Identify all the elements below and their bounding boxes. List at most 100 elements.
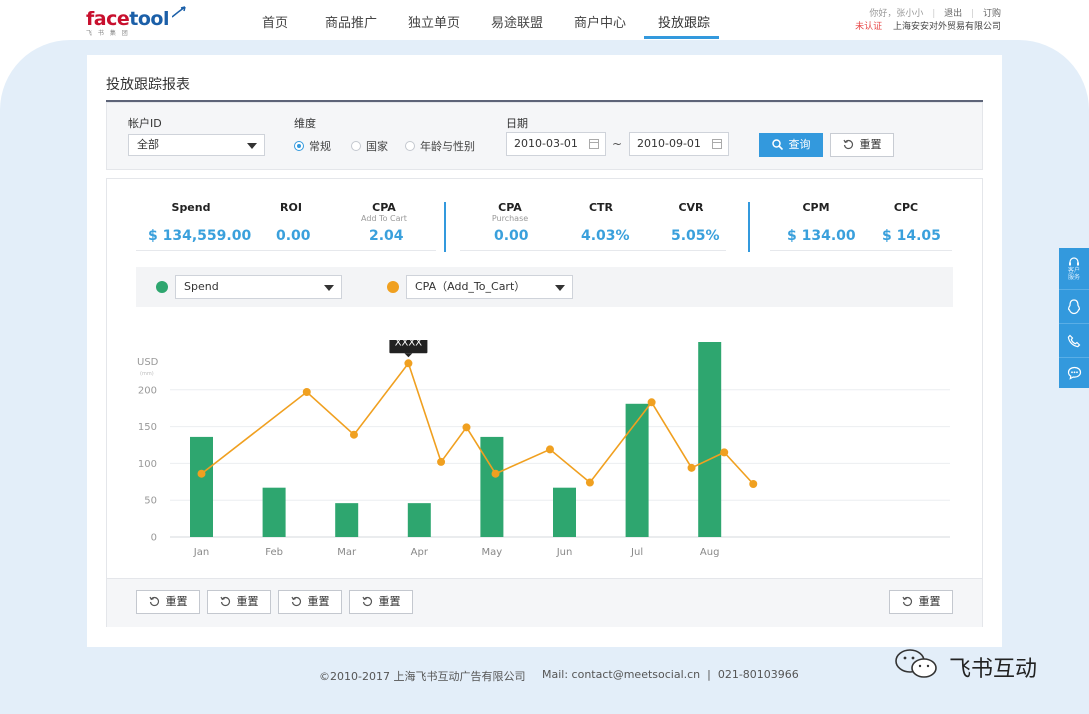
cpa-point-7[interactable] (545, 445, 554, 454)
nav-item-product-promotion[interactable]: 商品推广 (325, 12, 377, 31)
cpa-point-1[interactable] (302, 388, 311, 397)
x-tick-label: Jul (630, 547, 643, 558)
headset-icon (1069, 256, 1079, 265)
spend-bar-feb[interactable] (262, 487, 286, 537)
y-axis-label: USD (137, 357, 159, 368)
contact-text: Mail: contact@meetsocial.cn | 021-801039… (542, 668, 799, 681)
spend-bar-apr[interactable] (407, 503, 431, 537)
spend-cpa-chart: USD (mm) 0 50 100 150 200 Jan Feb Mar Apr May Jun… (137, 340, 950, 558)
metric-cpm-value: $ 134.00 (787, 228, 856, 244)
footer-reset-label: 重置 (918, 595, 941, 608)
series-2-legend-dot (387, 281, 399, 293)
query-button[interactable]: 查询 (759, 133, 823, 157)
metric-label: CPA (372, 201, 396, 214)
y-tick-label: 100 (138, 459, 157, 470)
footer-reset-label: 重置 (236, 595, 259, 608)
footer-reset-button-4[interactable]: 重置 (349, 590, 413, 614)
series-1-select[interactable]: Spend (175, 275, 342, 299)
spend-bar-aug[interactable] (698, 342, 722, 537)
metric-cpa-add-to-cart-value: 2.04 (369, 228, 404, 244)
series-2-select[interactable]: CPA（Add_To_Cart） (406, 275, 573, 299)
cpa-point-4[interactable] (437, 457, 446, 466)
metric-cpc: CPC (876, 201, 936, 214)
y-tick-label: 50 (144, 496, 157, 507)
account-id-select[interactable]: 全部 (128, 134, 265, 156)
metric-cvr-value: 5.05% (671, 228, 720, 244)
reset-icon (148, 596, 159, 607)
radio-indicator (351, 141, 361, 151)
footer-reset-button-1[interactable]: 重置 (136, 590, 200, 614)
series-1-value: Spend (184, 280, 219, 293)
date-from-input[interactable]: 2010-03-01 (506, 132, 606, 156)
logo-word-face: face (86, 8, 130, 30)
wechat-icon (895, 649, 937, 678)
phone-icon (1067, 334, 1081, 347)
series-1-legend-dot (156, 281, 168, 293)
cpa-point-9[interactable] (647, 398, 656, 407)
nav-item-affiliate[interactable]: 易途联盟 (491, 12, 543, 31)
reset-icon (901, 596, 912, 607)
phone-button[interactable] (1059, 324, 1089, 358)
chat-button[interactable] (1059, 358, 1089, 388)
radio-dimension-general[interactable]: 常规 (294, 138, 331, 154)
cpa-point-5[interactable] (462, 423, 471, 432)
page-title: 投放跟踪报表 (106, 77, 190, 93)
subscribe-link[interactable]: 订购 (983, 9, 1001, 19)
spend-bar-may[interactable] (480, 436, 504, 537)
nav-item-ad-tracking[interactable]: 投放跟踪 (658, 12, 710, 31)
metric-group-divider (444, 202, 446, 252)
metric-spend: Spend (161, 201, 221, 214)
copyright-text: ©2010-2017 上海飞书互动广告有限公司 (319, 670, 526, 683)
date-range-separator: ~ (612, 137, 623, 151)
top-navigation-bar: facetool 飞 书 集 团 首页 商品推广 独立单页 易途联盟 商户中心 … (0, 0, 1089, 40)
footer-reset-button-3[interactable]: 重置 (278, 590, 342, 614)
metric-group-underline (460, 250, 726, 251)
calendar-icon[interactable] (589, 139, 599, 149)
nav-item-landing-page[interactable]: 独立单页 (408, 12, 460, 31)
cpa-point-8[interactable] (585, 478, 594, 487)
x-tick-label: Mar (337, 547, 357, 558)
metric-label: CVR (678, 201, 704, 214)
radio-dimension-country[interactable]: 国家 (351, 138, 388, 154)
verification-status-badge[interactable]: 未认证 (855, 22, 882, 32)
account-id-label: 帐户ID (128, 117, 162, 130)
spend-bar-jun[interactable] (553, 487, 576, 537)
cpa-point-0[interactable] (197, 469, 206, 478)
facetool-logo[interactable]: facetool 飞 书 集 团 (86, 6, 186, 37)
dimension-label: 维度 (294, 117, 316, 130)
footer-reset-button-5[interactable]: 重置 (889, 590, 953, 614)
footer-reset-button-2[interactable]: 重置 (207, 590, 271, 614)
chevron-down-icon (555, 285, 565, 291)
spend-bar-mar[interactable] (335, 503, 359, 537)
qq-button[interactable] (1059, 290, 1089, 324)
cpa-point-10[interactable] (687, 463, 696, 472)
date-to-value: 2010-09-01 (637, 137, 701, 150)
radio-dimension-age-gender[interactable]: 年龄与性别 (405, 138, 475, 154)
chart-tooltip-text: XXXX (395, 340, 423, 348)
y-axis-unit: (mm) (140, 371, 154, 377)
account-id-value: 全部 (137, 138, 159, 151)
nav-item-home[interactable]: 首页 (262, 12, 288, 31)
cpa-point-11[interactable] (720, 448, 729, 457)
spend-bar-jul[interactable] (625, 403, 649, 537)
cpa-point-2[interactable] (349, 430, 358, 439)
user-area: 你好，张小小 | 退出 | 订购 未认证 上海安安对外贸易有限公司 (855, 9, 1001, 32)
cpa-point-12[interactable] (749, 480, 758, 489)
calendar-icon[interactable] (712, 139, 722, 149)
reset-button-label: 重置 (859, 138, 882, 151)
service-label: 客户 (1067, 266, 1080, 274)
reset-button[interactable]: 重置 (830, 133, 894, 157)
spend-bar-jan[interactable] (190, 436, 213, 537)
reset-icon (361, 596, 372, 607)
logo-wordmark: facetool (86, 8, 169, 30)
customer-service-button[interactable]: 客户 服务 (1059, 248, 1089, 290)
cpa-point-6[interactable] (491, 469, 500, 478)
nav-item-merchant-center[interactable]: 商户中心 (574, 12, 626, 31)
cpa-point-3[interactable] (404, 359, 413, 368)
y-tick-label: 150 (138, 422, 157, 433)
service-label: 服务 (1067, 273, 1080, 281)
metric-label: ROI (280, 201, 302, 214)
metric-label: CPC (893, 201, 919, 214)
logout-link[interactable]: 退出 (944, 9, 962, 19)
date-to-input[interactable]: 2010-09-01 (629, 132, 729, 156)
